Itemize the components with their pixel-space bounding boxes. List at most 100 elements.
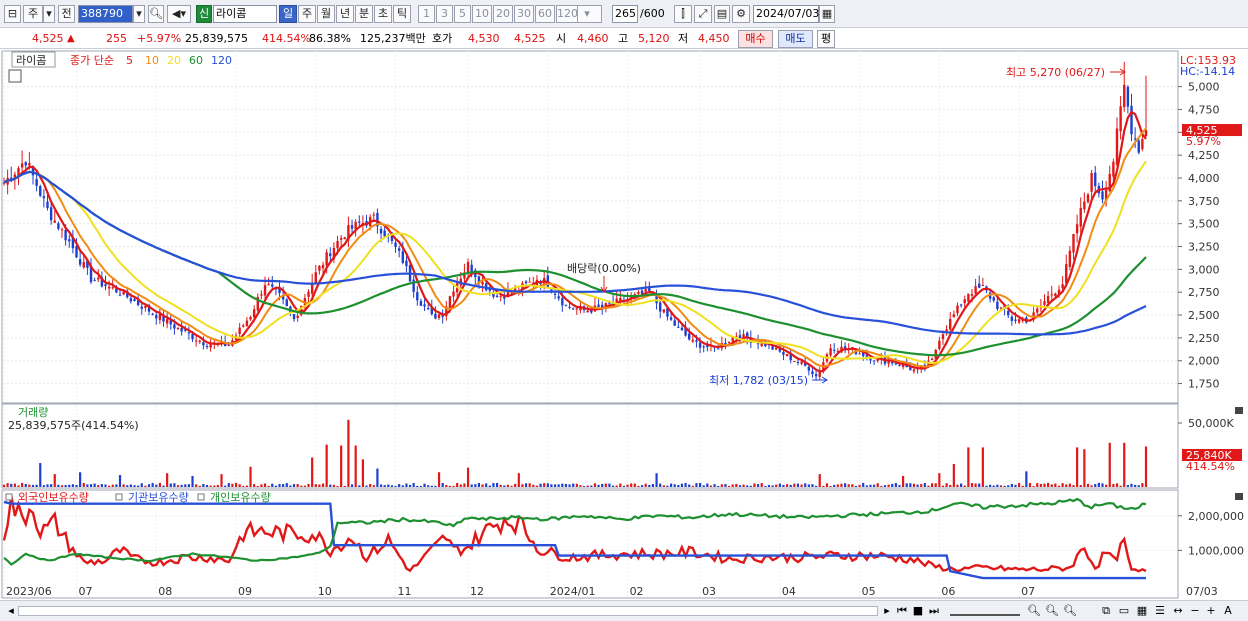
period-tab[interactable]: 월 xyxy=(317,5,335,23)
scroll-left-icon[interactable]: ◂ xyxy=(4,603,18,619)
save-icon[interactable]: ▤ xyxy=(714,5,730,23)
volume-bar xyxy=(775,484,778,487)
window-menu-icon[interactable]: ⊟ xyxy=(4,5,21,23)
volume-bar xyxy=(1028,483,1032,487)
gear-icon[interactable]: ⚙ xyxy=(732,5,750,23)
zoom-out-icon[interactable]: 🔍︎ xyxy=(1026,603,1042,619)
interval-tab[interactable]: 120 xyxy=(556,5,578,23)
zoom-reset-icon[interactable]: 🔍︎ xyxy=(1062,603,1078,619)
zoom-in-icon[interactable]: 🔍︎ xyxy=(1044,603,1060,619)
stock-name-field[interactable]: 라이콤 xyxy=(213,5,277,23)
table-icon[interactable]: ▦ xyxy=(1134,603,1150,619)
volume-bar xyxy=(666,485,669,487)
volume-bar xyxy=(347,419,350,487)
search-icon[interactable]: 🔍︎ xyxy=(148,5,164,23)
volume-bar xyxy=(524,483,528,487)
zoom-plus-icon[interactable]: + xyxy=(1204,603,1218,619)
first-page-icon[interactable]: ⏮ xyxy=(895,603,909,619)
period-tab[interactable]: 틱 xyxy=(393,5,411,23)
candle-body xyxy=(267,284,270,286)
volume-bar xyxy=(24,484,27,487)
font-size-icon[interactable]: A xyxy=(1220,603,1236,619)
period-tab[interactable]: 주 xyxy=(298,5,316,23)
period-tab[interactable]: 초 xyxy=(374,5,392,23)
volume-bar xyxy=(1086,483,1090,487)
candle-body xyxy=(180,327,183,332)
last-page-icon[interactable]: ⏭ xyxy=(927,603,941,619)
period-tab[interactable]: 분 xyxy=(355,5,373,23)
volume-bar xyxy=(82,483,85,487)
candle-body xyxy=(499,296,502,298)
interval-tab[interactable]: 60 xyxy=(535,5,555,23)
zoom-slider[interactable] xyxy=(950,606,1020,616)
volume-bar xyxy=(746,485,749,487)
legend-stock-name: 라이콤 xyxy=(16,54,46,67)
candle-body xyxy=(448,296,452,309)
candle-body xyxy=(144,305,147,308)
candle-body xyxy=(78,259,82,265)
volume-bar xyxy=(249,466,252,487)
volume-bar xyxy=(626,484,629,487)
interval-tab[interactable]: 20 xyxy=(493,5,513,23)
stock-code-input[interactable]: 388790 xyxy=(78,5,133,23)
volume-bar xyxy=(332,484,336,487)
scroll-track[interactable] xyxy=(18,606,878,616)
legend-ma-period: 20 xyxy=(167,54,181,67)
candle-type-icon[interactable]: ⫿ xyxy=(674,5,692,23)
hoga-bid: 4,525 xyxy=(514,32,546,45)
volume-bar xyxy=(238,484,241,487)
interval-tab[interactable]: 10 xyxy=(472,5,492,23)
interval-tab[interactable]: 3 xyxy=(436,5,453,23)
stock-chart[interactable]: 5,0004,7504,5004,2504,0003,7503,5003,250… xyxy=(0,50,1248,600)
volume-bar xyxy=(1036,483,1039,487)
volume-bar xyxy=(176,485,180,487)
candle-body xyxy=(1046,295,1050,304)
chevron-down-icon[interactable]: ▾ xyxy=(43,5,55,23)
calendar-icon[interactable]: ▦ xyxy=(819,5,835,23)
layout-icon[interactable]: ▭ xyxy=(1116,603,1132,619)
candle-body xyxy=(561,298,564,306)
candle-body xyxy=(379,228,383,234)
candle-body xyxy=(1144,130,1148,136)
volume-bar xyxy=(706,483,709,487)
volume-bar xyxy=(894,483,897,487)
volume-bar xyxy=(430,485,433,487)
scroll-right-icon[interactable]: ▸ xyxy=(880,603,894,619)
date-input[interactable]: 2024/07/03 xyxy=(753,5,819,23)
period-tab[interactable]: 일 xyxy=(279,5,297,23)
zoom-minus-icon[interactable]: − xyxy=(1188,603,1202,619)
pan-icon[interactable]: ↔ xyxy=(1170,603,1186,619)
sell-button[interactable]: 매도 xyxy=(778,30,813,48)
candle-body xyxy=(1133,138,1137,140)
candle-body xyxy=(129,298,133,302)
volume-bar xyxy=(1054,483,1057,487)
volume-bar xyxy=(546,483,549,487)
candle-body xyxy=(775,347,778,350)
price-change-pct: +5.97% xyxy=(137,32,182,45)
candle-body xyxy=(688,333,691,340)
open-price: 4,460 xyxy=(577,32,609,45)
stock-type-select[interactable]: 주 xyxy=(23,5,43,23)
volume-bar xyxy=(296,484,299,487)
chevron-down-icon[interactable]: ▾ xyxy=(133,5,145,23)
list-icon[interactable]: ☰ xyxy=(1152,603,1168,619)
draw-tool-icon[interactable]: ⤢ xyxy=(694,5,712,23)
volume-bar xyxy=(952,463,955,487)
volume-bar xyxy=(398,484,401,487)
average-button[interactable]: 평 xyxy=(817,30,835,48)
interval-tab[interactable]: 30 xyxy=(514,5,534,23)
volume-bar xyxy=(630,483,633,487)
candle-body xyxy=(992,297,995,301)
interval-tab[interactable]: 1 xyxy=(418,5,435,23)
buy-button[interactable]: 매수 xyxy=(738,30,773,48)
all-select[interactable]: 전 xyxy=(58,5,75,23)
interval-tab[interactable]: 5 xyxy=(454,5,471,23)
stop-icon[interactable]: ■ xyxy=(911,603,925,619)
count-input[interactable]: 265 xyxy=(612,5,638,23)
volume-bar xyxy=(1025,471,1028,487)
volume-bar xyxy=(1112,484,1115,487)
volume-bar xyxy=(340,445,343,487)
period-tab[interactable]: 년 xyxy=(336,5,354,23)
speaker-icon[interactable]: ◀▾ xyxy=(167,5,191,23)
screenshot-icon[interactable]: ⧉ xyxy=(1098,603,1114,619)
